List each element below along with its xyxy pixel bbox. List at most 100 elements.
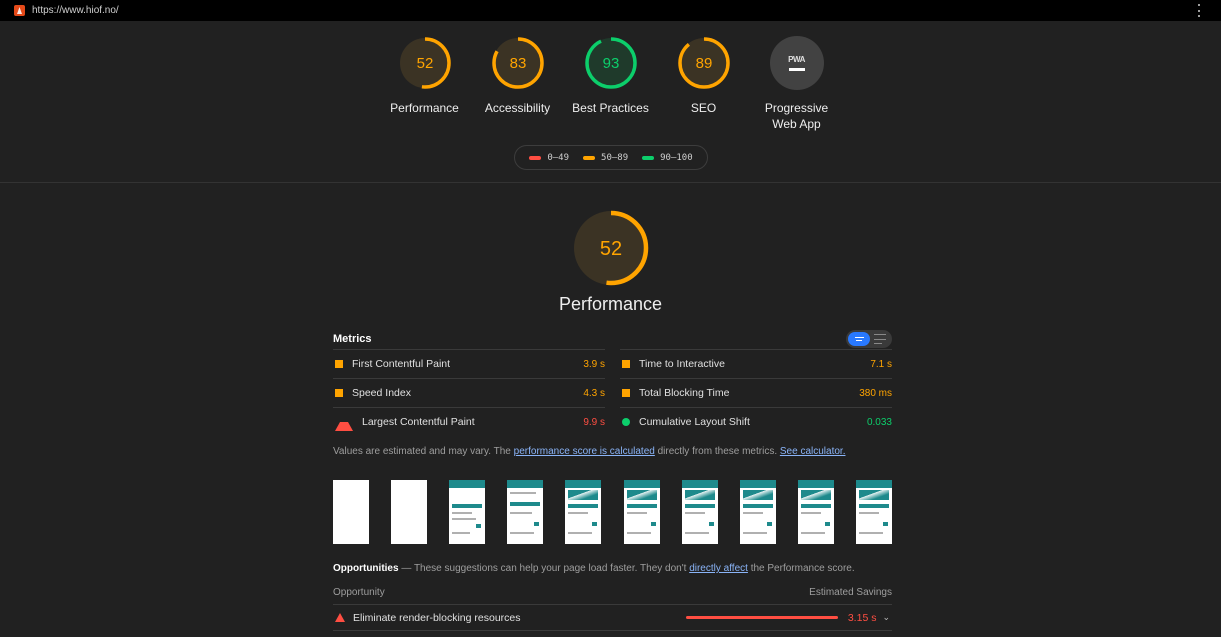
gauge-label: Best Practices: [572, 101, 649, 115]
url-bar: https://www.hiof.no/: [0, 0, 1221, 21]
gauge-label: Performance: [390, 101, 459, 115]
pwa-badge-icon: PWA: [769, 36, 824, 90]
average-square-icon: [622, 389, 630, 397]
gauge-ring: 89: [677, 37, 730, 89]
gauge-ring: 93: [584, 37, 637, 89]
gauge-best-practices[interactable]: 93 Best Practices: [564, 36, 657, 132]
metric-name: Total Blocking Time: [639, 387, 730, 399]
savings-bar: [685, 616, 838, 619]
expanded-view-icon[interactable]: [874, 334, 888, 344]
pass-circle-icon: [622, 418, 630, 426]
metric-lcp: Largest Contentful Paint 9.9 s: [333, 407, 605, 436]
chevron-down-icon[interactable]: ⌄: [882, 612, 890, 623]
gauge-label: Accessibility: [484, 101, 551, 115]
metric-cls: Cumulative Layout Shift 0.033: [620, 407, 892, 436]
metric-speed-index: Speed Index 4.3 s: [333, 378, 605, 407]
metric-value: 7.1 s: [870, 358, 892, 370]
legend-fail-swatch: [529, 155, 542, 160]
metrics-grid: First Contentful Paint 3.9 s Time to Int…: [333, 349, 892, 436]
section-divider: [0, 182, 1221, 183]
filmstrip-frame: [739, 480, 776, 544]
metric-value: 3.9 s: [583, 358, 605, 370]
opportunities-desc: the Performance score.: [747, 563, 855, 574]
metrics-view-toggle[interactable]: [846, 330, 892, 348]
gauge-accessibility[interactable]: 83 Accessibility: [471, 36, 564, 132]
category-gauges: 52 Performance 83 Accessibility 93 Best …: [0, 36, 1221, 132]
metrics-header: Metrics: [333, 329, 892, 349]
performance-title: Performance: [558, 294, 663, 314]
opportunity-name: Eliminate render-blocking resources: [353, 611, 521, 624]
average-square-icon: [335, 360, 343, 368]
note-text: directly from these metrics.: [654, 446, 780, 457]
filmstrip-frame: [507, 480, 544, 544]
filmstrip-frame: [797, 480, 834, 544]
more-options-icon[interactable]: [1198, 4, 1201, 17]
column-estimated-savings: Estimated Savings: [809, 587, 892, 598]
metric-tti: Time to Interactive 7.1 s: [620, 349, 892, 378]
directly-affect-link[interactable]: directly affect: [689, 563, 748, 574]
filmstrip: [333, 480, 892, 544]
estimate-note: Values are estimated and may vary. The p…: [333, 446, 892, 457]
gauge-label: SEO: [690, 101, 717, 115]
legend-range: 50–89: [601, 152, 629, 163]
metric-value: 0.033: [866, 416, 892, 428]
gauge-label: Progressive Web App: [764, 101, 829, 131]
opportunity-row[interactable]: Eliminate render-blocking resources 3.15…: [333, 604, 892, 631]
site-favicon-icon: [14, 5, 25, 16]
gauge-score: 89: [695, 55, 712, 72]
see-calculator-link[interactable]: See calculator.: [780, 446, 846, 457]
compact-view-icon[interactable]: [848, 332, 870, 346]
legend-range: 90–100: [660, 152, 693, 163]
page-url[interactable]: https://www.hiof.no/: [32, 5, 119, 16]
metric-tbt: Total Blocking Time 380 ms: [620, 378, 892, 407]
legend-pass: 90–100: [642, 153, 693, 163]
score-legend: 0–49 50–89 90–100: [514, 145, 708, 170]
metrics-title: Metrics: [333, 333, 372, 345]
performance-score: 52: [600, 238, 622, 260]
opportunities-header: Opportunities — These suggestions can he…: [333, 563, 892, 574]
filmstrip-frame: [565, 480, 602, 544]
opportunities-columns: Opportunity Estimated Savings: [333, 587, 892, 598]
filmstrip-frame: [333, 480, 369, 544]
opportunity-savings: 3.15 s: [847, 611, 877, 624]
metric-value: 9.9 s: [583, 416, 605, 428]
metric-name: Time to Interactive: [639, 358, 725, 370]
legend-range: 0–49: [547, 152, 570, 163]
pwa-badge-text: PWA: [788, 55, 805, 64]
metric-name: Largest Contentful Paint: [362, 416, 475, 428]
filmstrip-frame: [449, 480, 486, 544]
filmstrip-frame: [681, 480, 718, 544]
filmstrip-frame: [855, 480, 892, 544]
legend-average-swatch: [583, 155, 596, 160]
filmstrip-frame: [391, 480, 428, 544]
metric-value: 380 ms: [859, 387, 892, 399]
pwa-dash-icon: [788, 68, 805, 71]
gauge-performance[interactable]: 52 Performance: [378, 36, 471, 132]
fail-triangle-icon: [335, 613, 345, 622]
performance-gauge: 52: [573, 210, 649, 286]
fail-triangle-icon: [335, 414, 353, 431]
opportunities-title: Opportunities: [333, 563, 399, 574]
metric-name: Speed Index: [352, 387, 411, 399]
legend-fail: 0–49: [529, 153, 569, 163]
gauge-seo[interactable]: 89 SEO: [657, 36, 750, 132]
metric-fcp: First Contentful Paint 3.9 s: [333, 349, 605, 378]
filmstrip-frame: [623, 480, 660, 544]
column-opportunity: Opportunity: [333, 587, 385, 598]
metric-name: First Contentful Paint: [352, 358, 451, 370]
metric-name: Cumulative Layout Shift: [639, 416, 750, 428]
gauge-ring: 83: [491, 37, 544, 89]
gauge-score: 83: [509, 55, 526, 72]
gauge-ring: 52: [398, 37, 451, 89]
opportunities-desc: — These suggestions can help your page l…: [398, 563, 690, 574]
gauge-pwa[interactable]: PWA Progressive Web App: [750, 36, 843, 132]
average-square-icon: [622, 360, 630, 368]
gauge-score: 93: [602, 55, 619, 72]
score-calculated-link[interactable]: performance score is calculated: [514, 446, 655, 457]
legend-average: 50–89: [583, 153, 628, 163]
metric-value: 4.3 s: [583, 387, 605, 399]
note-text: Values are estimated and may vary. The: [333, 446, 514, 457]
average-square-icon: [335, 389, 343, 397]
legend-pass-swatch: [642, 155, 655, 160]
gauge-score: 52: [416, 55, 433, 72]
